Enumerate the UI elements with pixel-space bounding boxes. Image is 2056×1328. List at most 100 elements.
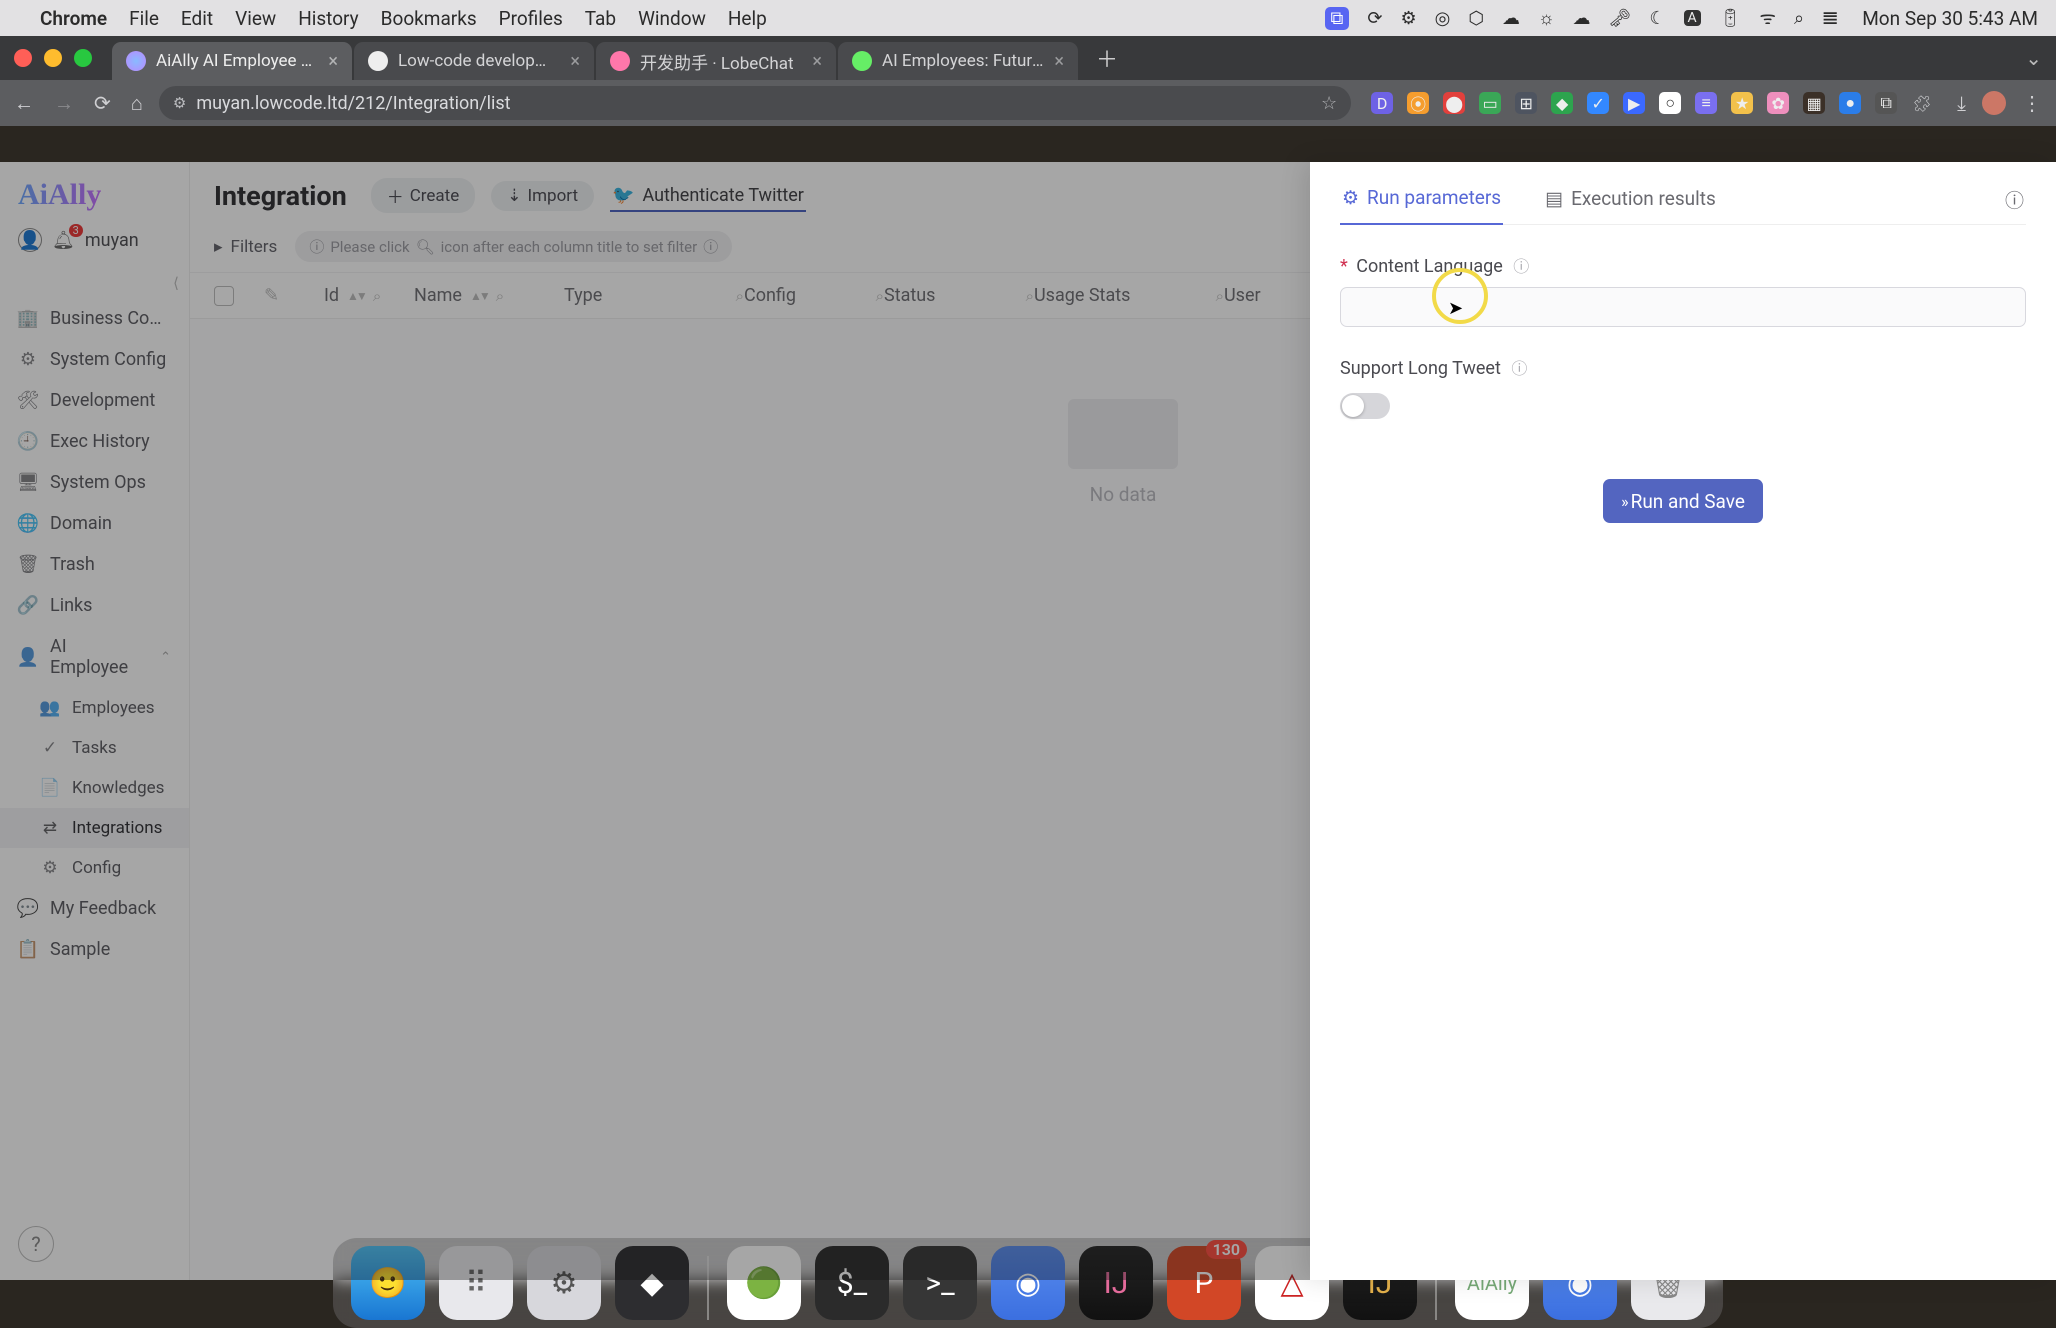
menubar-search-icon[interactable]: ⌕ [1794, 8, 1804, 29]
col-type[interactable]: Type [564, 285, 602, 306]
sidebar-item-knowledges[interactable]: 📄Knowledges [0, 768, 189, 808]
chrome-menu-icon[interactable]: ⋮ [2018, 91, 2046, 115]
search-icon[interactable]: ⌕ [496, 287, 504, 305]
menu-profiles[interactable]: Profiles [499, 7, 563, 30]
tab-execution-results[interactable]: ▤ Execution results [1543, 172, 1718, 224]
menu-help[interactable]: Help [728, 7, 767, 30]
edit-column-icon[interactable]: ✎ [264, 285, 279, 306]
new-tab-button[interactable]: ＋ [1080, 42, 1134, 74]
col-status[interactable]: Status [884, 285, 935, 306]
ext-icon[interactable]: D [1371, 92, 1393, 114]
ext-icon[interactable]: ≡ [1695, 92, 1717, 114]
import-button[interactable]: ⇣Import [491, 181, 594, 211]
dock-app-unity[interactable]: ◆ [615, 1246, 689, 1320]
browser-tab-2[interactable]: 开发助手 · LobeChat × [596, 42, 836, 80]
sort-icon[interactable]: ▲▼ [347, 289, 365, 303]
browser-tab-0[interactable]: AiAlly AI Employee System × [112, 42, 352, 80]
search-icon[interactable]: ⌕ [1216, 287, 1224, 305]
sidebar-item-development[interactable]: 🛠Development [0, 380, 189, 421]
brand-logo[interactable]: AiAlly [0, 162, 189, 220]
tab-overflow-icon[interactable]: ⌄ [2025, 46, 2056, 70]
browser-tab-1[interactable]: Low-code development com… × [354, 42, 594, 80]
menubar-wifi-icon[interactable]: ᯤ [1760, 6, 1776, 30]
support-long-tweet-toggle[interactable] [1340, 393, 1390, 419]
ext-icon[interactable]: ★ [1731, 92, 1753, 114]
col-user[interactable]: User [1224, 285, 1261, 306]
menubar-key-icon[interactable]: 🗝︎ [1609, 8, 1632, 29]
run-and-save-button[interactable]: » Run and Save [1603, 479, 1763, 523]
dock-app-vscode[interactable]: ◉ [991, 1246, 1065, 1320]
dock-app-iterm[interactable]: >_ [903, 1246, 977, 1320]
sidebar-item-exec-history[interactable]: 🕘Exec History [0, 421, 189, 462]
menubar-gear-icon[interactable]: ⚙︎ [1400, 8, 1416, 29]
ext-icon[interactable]: ⦿ [1407, 92, 1429, 114]
profile-avatar-icon[interactable] [1982, 91, 2006, 115]
nav-home-button[interactable]: ⌂ [127, 91, 147, 116]
notifications-icon[interactable]: 🔔︎3 [52, 230, 75, 251]
info-icon[interactable]: ⓘ [1513, 257, 1529, 276]
menubar-chat-icon[interactable]: ☁ [1573, 8, 1591, 29]
menubar-brightness-icon[interactable]: ☼ [1538, 8, 1555, 29]
ext-icon[interactable]: ◆ [1551, 92, 1573, 114]
search-icon[interactable]: ⌕ [1026, 287, 1034, 305]
sidebar-item-system-ops[interactable]: 🖥System Ops [0, 462, 189, 503]
menu-window[interactable]: Window [638, 7, 706, 30]
menubar-control-center-icon[interactable]: 𝌆 [1822, 8, 1838, 29]
sort-icon[interactable]: ▲▼ [470, 289, 488, 303]
nav-reload-button[interactable]: ⟳ [90, 91, 115, 115]
window-close-button[interactable] [14, 49, 32, 67]
search-icon[interactable]: ⌕ [373, 287, 381, 305]
dock-app-terminal[interactable]: $_ [815, 1246, 889, 1320]
tab-close-icon[interactable]: × [328, 51, 338, 72]
site-info-icon[interactable]: ⚙︎ [173, 94, 186, 112]
dock-app-launchpad[interactable]: ⠿ [439, 1246, 513, 1320]
sidebar-item-business[interactable]: 🏢Business Co… [0, 298, 189, 339]
sidebar-item-ai-employee[interactable]: 👤AI Employee⌃ [0, 626, 189, 688]
sidebar-item-sample[interactable]: 📋Sample [0, 929, 189, 970]
menu-bookmarks[interactable]: Bookmarks [381, 7, 477, 30]
sidebar-collapse-icon[interactable]: ⟨ [0, 268, 189, 298]
menubar-app-name[interactable]: Chrome [40, 7, 107, 30]
menu-file[interactable]: File [129, 7, 159, 30]
col-id[interactable]: Id [324, 285, 339, 306]
sidebar-item-config[interactable]: ⚙Config [0, 848, 189, 888]
sidebar-item-system-config[interactable]: ⚙System Config [0, 339, 189, 380]
sidebar-item-integrations[interactable]: ⇄Integrations [0, 808, 189, 848]
nav-forward-button[interactable]: → [50, 91, 78, 116]
dock-app-settings[interactable]: ⚙︎ [527, 1246, 601, 1320]
ext-icon[interactable]: ✓ [1587, 92, 1609, 114]
create-button[interactable]: ＋Create [371, 178, 476, 213]
browser-tab-3[interactable]: AI Employees: Future of Work × [838, 42, 1078, 80]
sidebar-item-domain[interactable]: 🌐Domain [0, 503, 189, 544]
sidebar-item-feedback[interactable]: 💬My Feedback [0, 888, 189, 929]
select-all-checkbox[interactable] [214, 286, 234, 306]
ext-icon[interactable]: ✿ [1767, 92, 1789, 114]
dock-app-finder[interactable]: 🙂 [351, 1246, 425, 1320]
sidebar-item-links[interactable]: 🔗Links [0, 585, 189, 626]
content-language-input[interactable] [1340, 287, 2026, 327]
sidebar-item-trash[interactable]: 🗑Trash [0, 544, 189, 585]
search-icon[interactable]: ⌕ [736, 287, 744, 305]
tab-close-icon[interactable]: × [570, 51, 580, 72]
ext-icon[interactable]: ▶ [1623, 92, 1645, 114]
search-icon[interactable]: ⌕ [876, 287, 884, 305]
menu-history[interactable]: History [298, 7, 358, 30]
col-name[interactable]: Name [414, 285, 462, 306]
omnibox[interactable]: ⚙︎ muyan.lowcode.ltd/212/Integration/lis… [159, 86, 1351, 120]
ext-icon[interactable]: ● [1839, 92, 1861, 114]
col-config[interactable]: Config [744, 285, 796, 306]
tab-close-icon[interactable]: × [812, 51, 822, 72]
ext-icon[interactable]: ⊞ [1515, 92, 1537, 114]
ext-icon[interactable]: ▦ [1803, 92, 1825, 114]
nav-back-button[interactable]: ← [10, 91, 38, 116]
ext-icon[interactable]: ▭ [1479, 92, 1501, 114]
menubar-cube-icon[interactable]: ⬡ [1468, 8, 1484, 29]
ext-icon[interactable]: ○ [1659, 92, 1681, 114]
menubar-sync-icon[interactable]: ⟳ [1367, 8, 1382, 29]
col-usage-stats[interactable]: Usage Stats [1034, 285, 1130, 306]
sidebar-user-row[interactable]: 👤 🔔︎3 muyan [0, 220, 189, 268]
info-icon[interactable]: ⓘ [1511, 359, 1527, 378]
menubar-cloud-icon[interactable]: ☁︎ [1502, 8, 1520, 29]
sidebar-item-employees[interactable]: 👥Employees [0, 688, 189, 728]
menubar-battery-icon[interactable]: 🔋︎ [1719, 8, 1742, 29]
